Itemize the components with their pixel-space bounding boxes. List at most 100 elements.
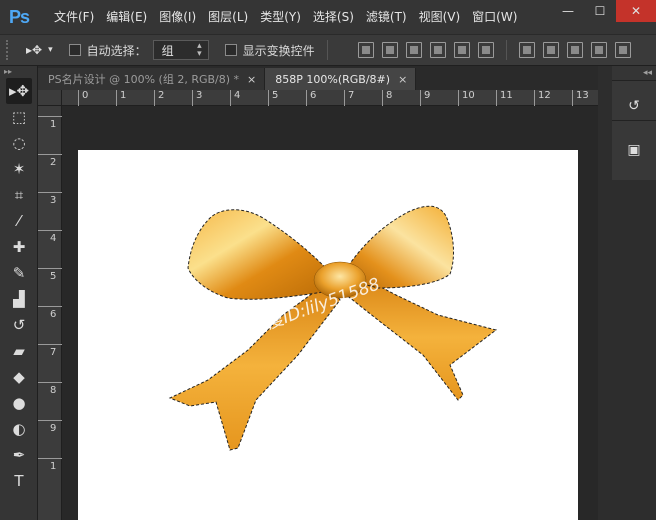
toolbox-collapse[interactable]: ▸▸ <box>0 66 37 78</box>
ruler-tick: 6 <box>38 306 62 320</box>
menu-select[interactable]: 选择(S) <box>307 0 360 34</box>
ruler-tick: 3 <box>38 192 62 206</box>
ruler-tick: 2 <box>38 154 62 168</box>
auto-select-checkbox[interactable] <box>68 44 81 56</box>
menu-image[interactable]: 图像(I) <box>153 0 202 34</box>
distribute-bottom-icon[interactable] <box>566 42 583 58</box>
ruler-tick: 7 <box>38 344 62 358</box>
menu-layer[interactable]: 图层(L) <box>202 0 254 34</box>
close-icon[interactable]: × <box>398 73 407 86</box>
tab-label: 858P 100%(RGB/8#) <box>275 72 391 86</box>
align-bottom-icon[interactable] <box>405 42 422 58</box>
properties-panel-icon: ▣ <box>627 142 641 158</box>
vertical-ruler[interactable]: 1 2 3 4 5 6 7 8 9 1 <box>38 106 62 520</box>
ruler-tick: 1 <box>38 458 62 472</box>
options-bar: ▸✥ ▾ 自动选择： 组 ▴ ▾ 显示变换控件 <box>0 34 656 66</box>
distribute-left-icon[interactable] <box>590 42 607 58</box>
show-transform-checkbox[interactable] <box>224 44 237 56</box>
marquee-tool-icon[interactable]: ⬚ <box>6 104 32 130</box>
ruler-tick: 8 <box>38 382 62 396</box>
clone-stamp-tool-icon[interactable]: ▟ <box>6 286 32 312</box>
tool-preset-picker[interactable]: ▸✥ ▾ <box>26 43 53 57</box>
divider <box>326 40 328 60</box>
document-canvas[interactable]: 百度ID:lily51588 <box>78 150 578 520</box>
minimize-button[interactable]: — <box>552 0 584 22</box>
distribute-hcenter-icon[interactable] <box>614 42 631 58</box>
menu-items: 文件(F) 编辑(E) 图像(I) 图层(L) 类型(Y) 选择(S) 滤镜(T… <box>48 0 523 34</box>
magic-wand-tool-icon[interactable]: ✶ <box>6 156 32 182</box>
menu-window[interactable]: 窗口(W) <box>466 0 523 34</box>
show-transform-label: 显示变换控件 <box>242 43 315 58</box>
blur-tool-icon[interactable]: ● <box>6 390 32 416</box>
align-hcenter-icon[interactable] <box>453 42 470 58</box>
menu-view[interactable]: 视图(V) <box>413 0 467 34</box>
ruler-tick: 2 <box>154 90 164 106</box>
right-panel-dock: ◂◂ ↺ ▣ <box>598 66 656 520</box>
type-tool-icon[interactable]: T <box>6 468 32 494</box>
spinner-arrows-icon: ▴ ▾ <box>197 41 202 59</box>
document-workspace[interactable]: 百度ID:lily51588 <box>62 106 598 520</box>
paint-bucket-tool-icon[interactable]: ◆ <box>6 364 32 390</box>
ruler-tick: 1 <box>38 116 62 130</box>
auto-select-label: 自动选择： <box>86 43 147 58</box>
align-vcenter-icon[interactable] <box>381 42 398 58</box>
ruler-tick: 1 <box>116 90 126 106</box>
properties-panel-button[interactable]: ▣ <box>612 120 656 180</box>
dock-collapse-button[interactable]: ◂◂ <box>612 66 656 80</box>
align-left-icon[interactable] <box>429 42 446 58</box>
eyedropper-tool-icon[interactable]: ⁄ <box>6 208 32 234</box>
distribute-vcenter-icon[interactable] <box>542 42 559 58</box>
move-tool-icon[interactable]: ▸✥ <box>6 78 32 104</box>
horizontal-ruler[interactable]: 0 1 2 3 4 5 6 7 8 9 10 11 12 13 <box>62 90 598 106</box>
ruler-tick: 9 <box>38 420 62 434</box>
menu-bar: Ps 文件(F) 编辑(E) 图像(I) 图层(L) 类型(Y) 选择(S) 滤… <box>0 0 656 34</box>
ruler-tick: 11 <box>496 90 513 106</box>
ruler-tick: 13 <box>572 90 589 106</box>
menu-type[interactable]: 类型(Y) <box>254 0 307 34</box>
document-tabs: PS名片设计 @ 100% (组 2, RGB/8) * × 858P 100%… <box>38 66 612 90</box>
align-right-icon[interactable] <box>477 42 494 58</box>
healing-brush-tool-icon[interactable]: ✚ <box>6 234 32 260</box>
align-buttons <box>354 42 498 58</box>
ruler-tick: 6 <box>306 90 316 106</box>
divider <box>505 40 507 60</box>
distribute-top-icon[interactable] <box>518 42 535 58</box>
ruler-tick: 5 <box>38 268 62 282</box>
history-brush-tool-icon[interactable]: ↺ <box>6 312 32 338</box>
lasso-tool-icon[interactable]: ◌ <box>6 130 32 156</box>
crop-tool-icon[interactable]: ⌗ <box>6 182 32 208</box>
maximize-button[interactable]: ☐ <box>584 0 616 22</box>
menu-filter[interactable]: 滤镜(T) <box>360 0 413 34</box>
options-grip[interactable] <box>6 40 12 60</box>
auto-select-value: 组 <box>161 43 174 58</box>
align-top-icon[interactable] <box>357 42 374 58</box>
close-button[interactable]: ✕ <box>616 0 656 22</box>
ruler-tick: 4 <box>230 90 240 106</box>
close-icon[interactable]: × <box>247 73 256 86</box>
ruler-tick: 8 <box>382 90 392 106</box>
ruler-tick: 4 <box>38 230 62 244</box>
pen-tool-icon[interactable]: ✒ <box>6 442 32 468</box>
brush-tool-icon[interactable]: ✎ <box>6 260 32 286</box>
ruler-origin[interactable] <box>38 90 62 106</box>
menu-file[interactable]: 文件(F) <box>48 0 100 34</box>
tab-label: PS名片设计 @ 100% (组 2, RGB/8) * <box>48 73 240 86</box>
move-tool-icon: ▸✥ <box>26 43 43 57</box>
ruler-tick: 3 <box>192 90 202 106</box>
auto-select-dropdown[interactable]: 组 ▴ ▾ <box>152 40 209 60</box>
tab-bow-image[interactable]: 858P 100%(RGB/8#) × <box>265 68 417 90</box>
dodge-tool-icon[interactable]: ◐ <box>6 416 32 442</box>
photoshop-logo: Ps <box>8 6 30 27</box>
tab-ps-card-design[interactable]: PS名片设计 @ 100% (组 2, RGB/8) * × <box>38 68 266 90</box>
bow-ribbon-image[interactable]: 百度ID:lily51588 <box>78 150 578 520</box>
chevron-down-icon: ▾ <box>48 45 53 55</box>
left-bow-loop <box>187 209 337 300</box>
toolbox: ▸▸ ▸✥ ⬚ ◌ ✶ ⌗ ⁄ ✚ ✎ ▟ ↺ ▰ ◆ ● ◐ ✒ T <box>0 66 38 520</box>
window-controls: — ☐ ✕ <box>552 0 656 22</box>
eraser-tool-icon[interactable]: ▰ <box>6 338 32 364</box>
ruler-tick: 9 <box>420 90 430 106</box>
menu-edit[interactable]: 编辑(E) <box>100 0 153 34</box>
ruler-tick: 5 <box>268 90 278 106</box>
distribute-buttons <box>515 42 635 58</box>
ruler-tick: 10 <box>458 90 475 106</box>
